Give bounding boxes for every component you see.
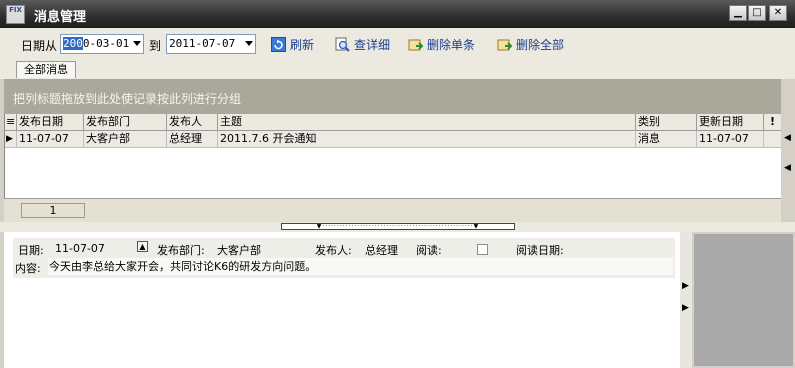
cell-subject[interactable]: 2011.7.6 开会通知 xyxy=(218,131,636,148)
message-grid[interactable]: ≡ 发布日期 发布部门 发布人 主题 类别 更新日期 ! ▶ 11-07-07 … xyxy=(4,114,782,198)
splitter-grip[interactable]: ▼·······································… xyxy=(281,223,515,230)
detail-date-label: 日期: xyxy=(18,244,44,257)
refresh-icon xyxy=(271,36,286,52)
detail-dept-label: 发布部门: xyxy=(157,244,205,257)
refresh-button[interactable]: 刷新 xyxy=(271,34,314,54)
detail-content-value: 今天由李总给大家开会，共同讨论K6的研发方向问题。 xyxy=(49,260,317,273)
title-bar[interactable]: FIX 消息管理 ▁ □ ✕ xyxy=(0,0,795,28)
window-title: 消息管理 xyxy=(34,10,87,25)
column-header-update-date[interactable]: 更新日期 xyxy=(697,114,764,131)
cell-category[interactable]: 消息 xyxy=(636,131,697,148)
read-checkbox[interactable] xyxy=(477,244,488,255)
cell-department[interactable]: 大客户部 xyxy=(84,131,167,148)
toolbar: 日期从 2000-03-01 到 2011-07-07 刷新 查详细 删除单条 … xyxy=(0,28,795,62)
app-icon: FIX xyxy=(6,5,25,24)
detail-date-value: 11-07-07 xyxy=(55,242,105,255)
collapse-up-icon[interactable]: ▲ xyxy=(137,241,148,252)
cell-update-date[interactable]: 11-07-07 xyxy=(697,131,764,148)
column-header-important[interactable]: ! xyxy=(764,114,782,131)
preview-area xyxy=(694,234,793,366)
row-indicator[interactable]: ▶ xyxy=(5,131,17,148)
minimize-button[interactable]: ▁ xyxy=(729,5,747,21)
detail-panel: 日期: 11-07-07 ▲ 发布部门: 大客户部 发布人: 总经理 阅读: 阅… xyxy=(4,232,680,368)
column-header-department[interactable]: 发布部门 xyxy=(84,114,167,131)
detail-content-label: 内容: xyxy=(15,262,41,275)
cell-publisher[interactable]: 总经理 xyxy=(167,131,218,148)
delete-all-button[interactable]: 删除全部 xyxy=(497,34,564,54)
detail-side-bar: ▶ ▶ xyxy=(680,232,692,368)
column-header-category[interactable]: 类别 xyxy=(636,114,697,131)
refresh-label: 刷新 xyxy=(290,37,315,52)
date-from-picker[interactable]: 2000-03-01 xyxy=(60,34,144,54)
view-detail-button[interactable]: 查详细 xyxy=(335,34,390,54)
splitter[interactable]: ▼·······································… xyxy=(0,222,795,232)
cell-important[interactable] xyxy=(764,131,782,148)
detail-fields: 日期: 11-07-07 ▲ 发布部门: 大客户部 发布人: 总经理 阅读: 阅… xyxy=(13,238,675,278)
close-button[interactable]: ✕ xyxy=(769,5,787,21)
maximize-button[interactable]: □ xyxy=(748,5,766,21)
date-from-selected-text: 200 xyxy=(63,37,83,50)
date-to-picker[interactable]: 2011-07-07 xyxy=(166,34,256,54)
tab-all-messages[interactable]: 全部消息 xyxy=(16,61,76,78)
detail-read-label: 阅读: xyxy=(416,244,442,257)
delete-single-button[interactable]: 删除单条 xyxy=(408,34,475,54)
group-by-hint: 把列标题拖放到此处使记录按此列进行分组 xyxy=(13,92,242,106)
detail-publisher-value: 总经理 xyxy=(365,244,398,257)
date-from-rest-text: 0-03-01 xyxy=(82,37,130,50)
content-field[interactable]: 今天由李总给大家开会，共同讨论K6的研发方向问题。 xyxy=(48,258,673,275)
delete-all-label: 删除全部 xyxy=(516,37,565,52)
delete-all-icon xyxy=(497,37,513,52)
grid-footer: 1 xyxy=(4,198,781,223)
preview-panel xyxy=(692,232,795,368)
chevron-down-icon[interactable] xyxy=(245,41,253,46)
date-to-text: 2011-07-07 xyxy=(169,37,236,50)
detail-dept-value: 大客户部 xyxy=(217,244,261,257)
expand-right-icon-2[interactable]: ▶ xyxy=(682,304,689,313)
collapse-left-icon[interactable]: ◀ xyxy=(784,134,791,143)
cell-publish-date[interactable]: 11-07-07 xyxy=(17,131,84,148)
tab-strip xyxy=(0,62,795,79)
delete-single-label: 删除单条 xyxy=(427,37,476,52)
chevron-down-icon[interactable] xyxy=(133,41,141,46)
page-number[interactable]: 1 xyxy=(21,203,85,218)
expand-right-icon[interactable]: ▶ xyxy=(682,282,689,291)
magnifier-icon xyxy=(335,37,350,52)
date-from-label: 日期从 xyxy=(21,39,58,53)
date-to-label: 到 xyxy=(149,39,162,53)
view-detail-label: 查详细 xyxy=(354,37,391,52)
row-indicator-header[interactable]: ≡ xyxy=(5,114,17,131)
column-header-subject[interactable]: 主题 xyxy=(218,114,636,131)
grid-side-bar: ◀ ◀ xyxy=(781,114,795,222)
detail-read-date-label: 阅读日期: xyxy=(516,244,564,257)
column-header-publish-date[interactable]: 发布日期 xyxy=(17,114,84,131)
detail-publisher-label: 发布人: xyxy=(315,244,352,257)
group-by-panel[interactable]: 把列标题拖放到此处使记录按此列进行分组 xyxy=(4,79,781,114)
delete-single-icon xyxy=(408,37,424,52)
column-header-publisher[interactable]: 发布人 xyxy=(167,114,218,131)
collapse-left-icon-2[interactable]: ◀ xyxy=(784,164,791,173)
